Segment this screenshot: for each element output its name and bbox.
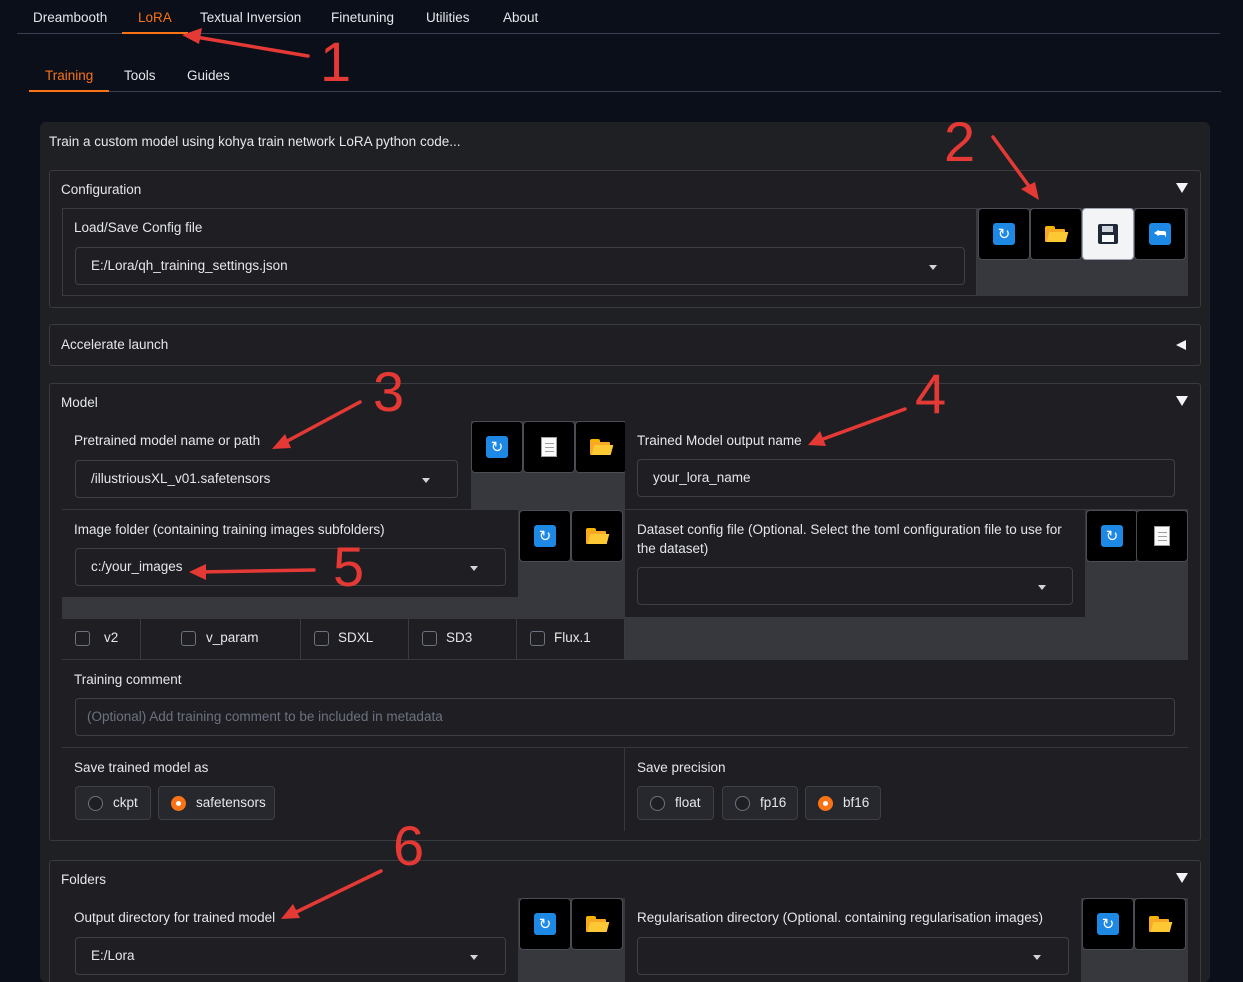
annotation-arrow-3 <box>276 400 362 448</box>
arrowhead <box>272 434 291 449</box>
annotation-number-2: 2 <box>944 110 976 173</box>
annotation-arrow-5 <box>196 568 316 574</box>
annotation-arrows <box>182 28 1039 919</box>
annotation-arrow-4 <box>813 407 907 444</box>
annotation-number-1: 1 <box>320 30 352 93</box>
annotation-number-6: 6 <box>393 814 425 877</box>
arrowhead <box>189 564 206 580</box>
annotation-number-5: 5 <box>333 535 365 598</box>
arrowhead <box>1021 182 1039 200</box>
annotation-arrow-2 <box>991 135 1036 195</box>
arrowhead <box>182 28 202 44</box>
annotation-arrow-1 <box>188 34 310 58</box>
annotation-number-4: 4 <box>915 362 947 425</box>
annotation-arrow-6 <box>286 869 383 918</box>
annotation-number-3: 3 <box>373 360 405 423</box>
